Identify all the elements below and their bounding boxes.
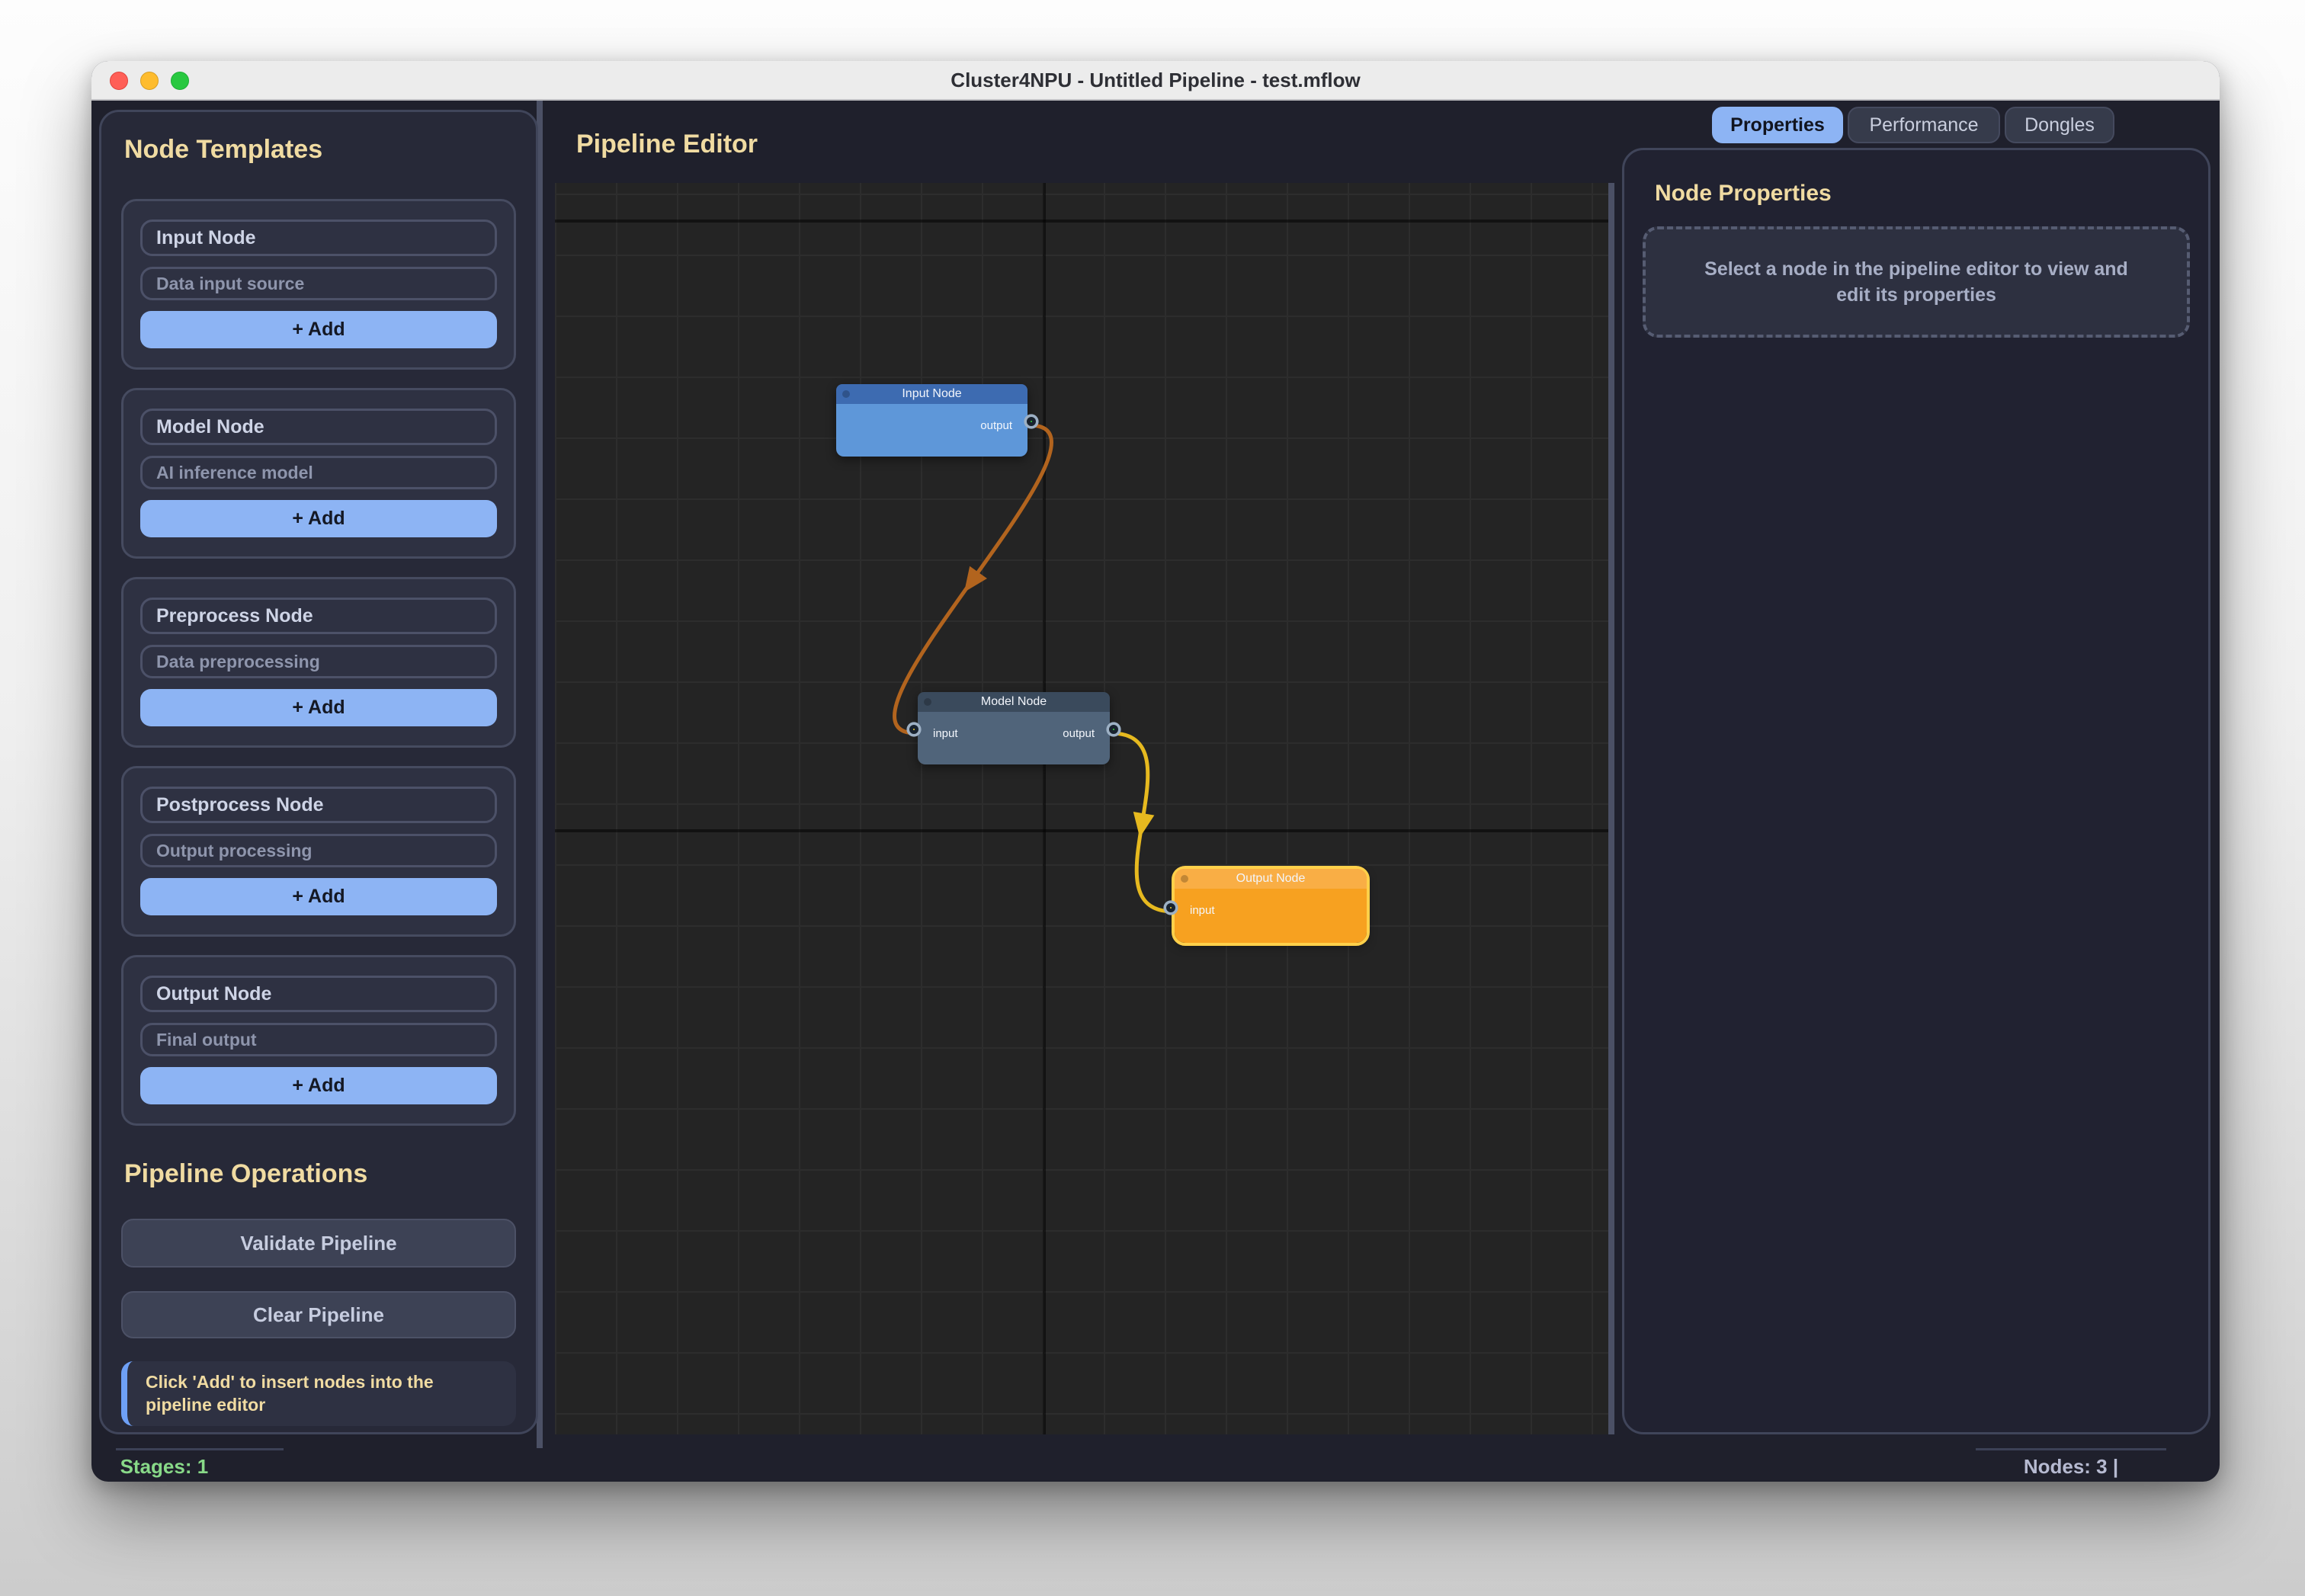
zoom-button[interactable]	[171, 72, 189, 90]
node-header: Input Node	[836, 384, 1027, 404]
properties-placeholder: Select a node in the pipeline editor to …	[1643, 226, 2190, 338]
node-title: Model Node	[981, 695, 1047, 709]
port-label: output	[980, 419, 1012, 432]
node-title: Input Node	[902, 387, 961, 401]
template-description: Data preprocessing	[140, 645, 497, 678]
template-card-model: Model Node AI inference model + Add	[121, 388, 516, 559]
tab-properties[interactable]: Properties	[1712, 107, 1843, 143]
add-postprocess-node-button[interactable]: + Add	[140, 878, 497, 915]
node-properties-panel: Node Properties Select a node in the pip…	[1622, 148, 2210, 1434]
validate-pipeline-button[interactable]: Validate Pipeline	[121, 1219, 516, 1268]
add-model-node-button[interactable]: + Add	[140, 500, 497, 537]
port-label: input	[933, 727, 958, 740]
template-title: Model Node	[140, 409, 497, 445]
pipeline-operations-heading: Pipeline Operations	[124, 1161, 516, 1187]
app-window: Cluster4NPU - Untitled Pipeline - test.m…	[91, 61, 2220, 1482]
status-stages: Stages: 1	[116, 1448, 284, 1479]
template-description: Data input source	[140, 267, 497, 300]
node-status-icon	[1181, 875, 1188, 883]
sidebar-hint: Click 'Add' to insert nodes into the pip…	[121, 1361, 516, 1426]
node-status-icon	[924, 698, 931, 706]
add-input-node-button[interactable]: + Add	[140, 311, 497, 348]
pipeline-canvas[interactable]: Input Node output Model Node input outpu…	[555, 183, 1608, 1434]
add-output-node-button[interactable]: + Add	[140, 1067, 497, 1104]
template-description: AI inference model	[140, 456, 497, 489]
template-description: Final output	[140, 1023, 497, 1056]
node-header: Model Node	[918, 692, 1110, 712]
output-port-handle[interactable]	[1109, 725, 1118, 734]
close-button[interactable]	[110, 72, 128, 90]
tab-performance[interactable]: Performance	[1848, 107, 2000, 143]
node-properties-heading: Node Properties	[1655, 181, 2190, 207]
status-nodes-connections: Nodes: 3 | Connections: 2	[1976, 1448, 2166, 1482]
title-bar: Cluster4NPU - Untitled Pipeline - test.m…	[91, 61, 2220, 101]
tab-dongles[interactable]: Dongles	[2005, 107, 2114, 143]
node-templates-heading: Node Templates	[124, 136, 516, 162]
canvas-node-input[interactable]: Input Node output	[836, 384, 1027, 457]
window-controls	[110, 72, 189, 90]
port-label: input	[1190, 904, 1215, 917]
minimize-button[interactable]	[140, 72, 159, 90]
canvas-node-output[interactable]: Output Node input	[1175, 869, 1367, 943]
template-title: Preprocess Node	[140, 598, 497, 634]
node-status-icon	[842, 390, 850, 398]
template-card-list: Input Node Data input source + Add Model…	[121, 199, 516, 1126]
template-card-output: Output Node Final output + Add	[121, 955, 516, 1126]
input-port-handle[interactable]	[909, 725, 918, 734]
node-title: Output Node	[1236, 872, 1306, 886]
wire-arrowhead-icon	[956, 566, 987, 598]
template-title: Postprocess Node	[140, 787, 497, 823]
template-card-postprocess: Postprocess Node Output processing + Add	[121, 766, 516, 937]
output-port-handle[interactable]	[1027, 417, 1036, 426]
template-description: Output processing	[140, 834, 497, 867]
node-header: Output Node	[1175, 869, 1367, 889]
window-title: Cluster4NPU - Untitled Pipeline - test.m…	[951, 69, 1360, 92]
port-label: output	[1063, 727, 1095, 740]
connection-layer	[555, 183, 1608, 1434]
template-title: Input Node	[140, 220, 497, 256]
canvas-splitter[interactable]	[1608, 183, 1614, 1434]
canvas-node-model[interactable]: Model Node input output	[918, 692, 1110, 764]
add-preprocess-node-button[interactable]: + Add	[140, 689, 497, 726]
node-templates-sidebar: Node Templates Input Node Data input sou…	[99, 110, 538, 1434]
clear-pipeline-button[interactable]: Clear Pipeline	[121, 1291, 516, 1338]
template-card-preprocess: Preprocess Node Data preprocessing + Add	[121, 577, 516, 748]
properties-tab-bar: Properties Performance Dongles	[1712, 107, 2114, 143]
template-card-input: Input Node Data input source + Add	[121, 199, 516, 370]
pipeline-editor-title: Pipeline Editor	[576, 130, 758, 159]
template-title: Output Node	[140, 976, 497, 1012]
input-port-handle[interactable]	[1166, 903, 1175, 912]
desktop: Cluster4NPU - Untitled Pipeline - test.m…	[0, 0, 2305, 1596]
